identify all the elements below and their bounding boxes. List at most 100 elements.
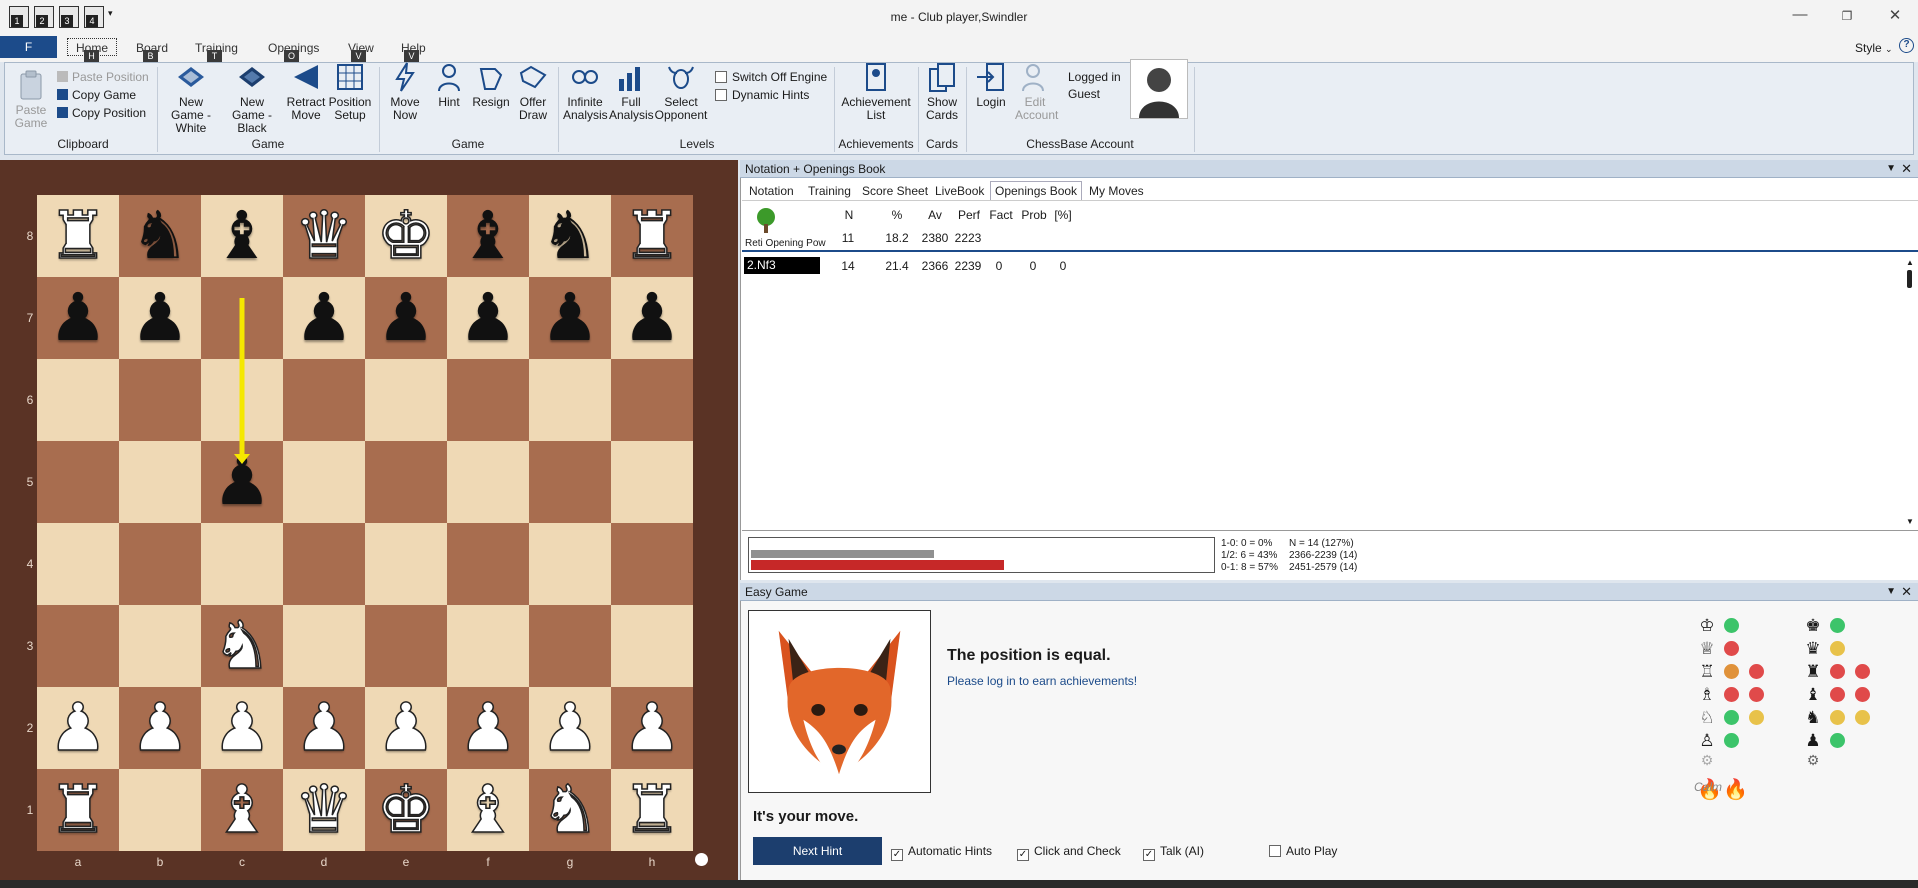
chess-board[interactable]: ♜ ♞ ♝ ♛ ♚ ♝ ♞ ♜ ♟ ♟ ♟ ♟ ♟ ♟ ♟ ♟ ♞ ♟ ♟ ♟ ♟ ♟ ♟ ♟ ♟ ♜ ♝ ♛ ♚ ♝ ♞ ♜ — [37, 195, 693, 851]
black-pawn-piece[interactable]: ♟ — [119, 277, 201, 359]
board-square-a6[interactable] — [37, 359, 119, 441]
copy-position-button[interactable]: Copy Position — [57, 106, 146, 120]
black-bishop-piece[interactable]: ♝ — [201, 195, 283, 277]
white-pawn-piece[interactable]: ♟ — [365, 687, 447, 769]
position-setup-button[interactable]: Position Setup — [327, 61, 373, 122]
col-av[interactable]: Av — [923, 208, 947, 222]
close-icon[interactable]: ✕ — [1901, 160, 1912, 178]
style-menu[interactable]: Style ⌄ — [1855, 41, 1893, 55]
black-pawn-piece[interactable]: ♟ — [365, 277, 447, 359]
board-square-c6[interactable] — [201, 359, 283, 441]
board-square-e4[interactable] — [365, 523, 447, 605]
white-rook-piece[interactable]: ♜ — [611, 769, 693, 851]
restore-icon[interactable]: ❐ — [1832, 9, 1862, 23]
achievement-list-button[interactable]: Achievement List — [839, 61, 913, 122]
board-square-b6[interactable] — [119, 359, 201, 441]
black-knight-piece[interactable]: ♞ — [119, 195, 201, 277]
white-bishop-piece[interactable]: ♝ — [201, 769, 283, 851]
minimize-icon[interactable]: — — [1785, 6, 1815, 23]
board-square-f5[interactable] — [447, 441, 529, 523]
auto-play-checkbox[interactable]: Auto Play — [1269, 844, 1337, 858]
black-pawn-piece[interactable]: ♟ — [37, 277, 119, 359]
board-square-d4[interactable] — [283, 523, 365, 605]
file-menu-button[interactable]: F — [0, 36, 57, 58]
switch-off-engine-checkbox[interactable]: Switch Off Engine — [715, 70, 827, 84]
col-n[interactable]: N — [842, 208, 856, 222]
infinite-analysis-button[interactable]: Infinite Analysis — [563, 61, 608, 122]
white-pawn-piece[interactable]: ♟ — [529, 687, 611, 769]
board-square-g6[interactable] — [529, 359, 611, 441]
black-pawn-piece[interactable]: ♟ — [611, 277, 693, 359]
edit-account-button[interactable]: Edit Account — [1015, 61, 1058, 122]
board-square-c7[interactable] — [201, 277, 283, 359]
move-now-button[interactable]: Move Now — [385, 61, 425, 122]
board-square-c4[interactable] — [201, 523, 283, 605]
tab-training[interactable]: Training — [808, 184, 851, 198]
offer-draw-button[interactable]: Offer Draw — [512, 61, 554, 122]
white-rook-piece[interactable]: ♜ — [37, 769, 119, 851]
automatic-hints-checkbox[interactable]: ✓ Automatic Hints — [891, 844, 992, 861]
scroll-up-icon[interactable]: ▲ — [1906, 258, 1914, 267]
col-perf[interactable]: Perf — [955, 208, 983, 222]
col-pctbr[interactable]: [%] — [1051, 208, 1075, 222]
tab-openings-book[interactable]: Openings Book — [990, 181, 1083, 200]
close-icon[interactable]: ✕ — [1901, 583, 1912, 601]
board-square-f3[interactable] — [447, 605, 529, 687]
white-queen-piece[interactable]: ♛ — [283, 769, 365, 851]
board-square-d3[interactable] — [283, 605, 365, 687]
black-knight-piece[interactable]: ♞ — [529, 195, 611, 277]
board-square-b3[interactable] — [119, 605, 201, 687]
next-hint-button[interactable]: Next Hint — [753, 837, 882, 865]
close-window-icon[interactable]: ✕ — [1880, 6, 1910, 24]
black-pawn-piece[interactable]: ♟ — [201, 441, 283, 523]
select-opponent-button[interactable]: Select Opponent — [654, 61, 708, 122]
board-square-f6[interactable] — [447, 359, 529, 441]
board-square-b5[interactable] — [119, 441, 201, 523]
scrollbar[interactable]: ▲ ▼ — [1904, 254, 1916, 526]
board-square-b1[interactable] — [119, 769, 201, 851]
board-square-g3[interactable] — [529, 605, 611, 687]
login-button[interactable]: Login — [971, 61, 1011, 109]
white-pawn-piece[interactable]: ♟ — [37, 687, 119, 769]
paste-position-button[interactable]: Paste Position — [57, 70, 149, 84]
help-icon[interactable]: ? — [1899, 38, 1914, 53]
table-row[interactable]: 2.Nf3 — [744, 257, 820, 274]
board-square-b4[interactable] — [119, 523, 201, 605]
show-cards-button[interactable]: Show Cards — [923, 61, 961, 122]
board-square-e3[interactable] — [365, 605, 447, 687]
white-knight-piece[interactable]: ♞ — [201, 605, 283, 687]
white-queen-piece[interactable]: ♛ — [283, 195, 365, 277]
click-and-check-checkbox[interactable]: ✓ Click and Check — [1017, 844, 1121, 861]
board-square-e6[interactable] — [365, 359, 447, 441]
retract-move-button[interactable]: Retract Move — [283, 61, 329, 122]
tab-my-moves[interactable]: My Moves — [1089, 184, 1144, 198]
board-square-h3[interactable] — [611, 605, 693, 687]
collapse-icon[interactable]: ▼ — [1886, 583, 1896, 601]
white-king-piece[interactable]: ♚ — [365, 769, 447, 851]
board-square-g4[interactable] — [529, 523, 611, 605]
white-pawn-piece[interactable]: ♟ — [119, 687, 201, 769]
black-pawn-piece[interactable]: ♟ — [447, 277, 529, 359]
board-square-d6[interactable] — [283, 359, 365, 441]
white-rook-piece[interactable]: ♜ — [611, 195, 693, 277]
hint-button[interactable]: Hint — [429, 61, 469, 109]
board-square-h6[interactable] — [611, 359, 693, 441]
full-analysis-button[interactable]: Full Analysis — [609, 61, 654, 122]
white-pawn-piece[interactable]: ♟ — [611, 687, 693, 769]
avatar[interactable] — [1130, 59, 1188, 119]
col-prob[interactable]: Prob — [1019, 208, 1049, 222]
copy-game-button[interactable]: Copy Game — [57, 88, 136, 102]
white-bishop-piece[interactable]: ♝ — [447, 769, 529, 851]
white-pawn-piece[interactable]: ♟ — [201, 687, 283, 769]
white-pawn-piece[interactable]: ♟ — [447, 687, 529, 769]
board-square-f4[interactable] — [447, 523, 529, 605]
black-pawn-piece[interactable]: ♟ — [283, 277, 365, 359]
board-square-a3[interactable] — [37, 605, 119, 687]
board-square-h5[interactable] — [611, 441, 693, 523]
board-square-a5[interactable] — [37, 441, 119, 523]
white-king-piece[interactable]: ♚ — [365, 195, 447, 277]
board-square-g5[interactable] — [529, 441, 611, 523]
board-square-e5[interactable] — [365, 441, 447, 523]
board-square-a4[interactable] — [37, 523, 119, 605]
scroll-down-icon[interactable]: ▼ — [1906, 517, 1914, 526]
